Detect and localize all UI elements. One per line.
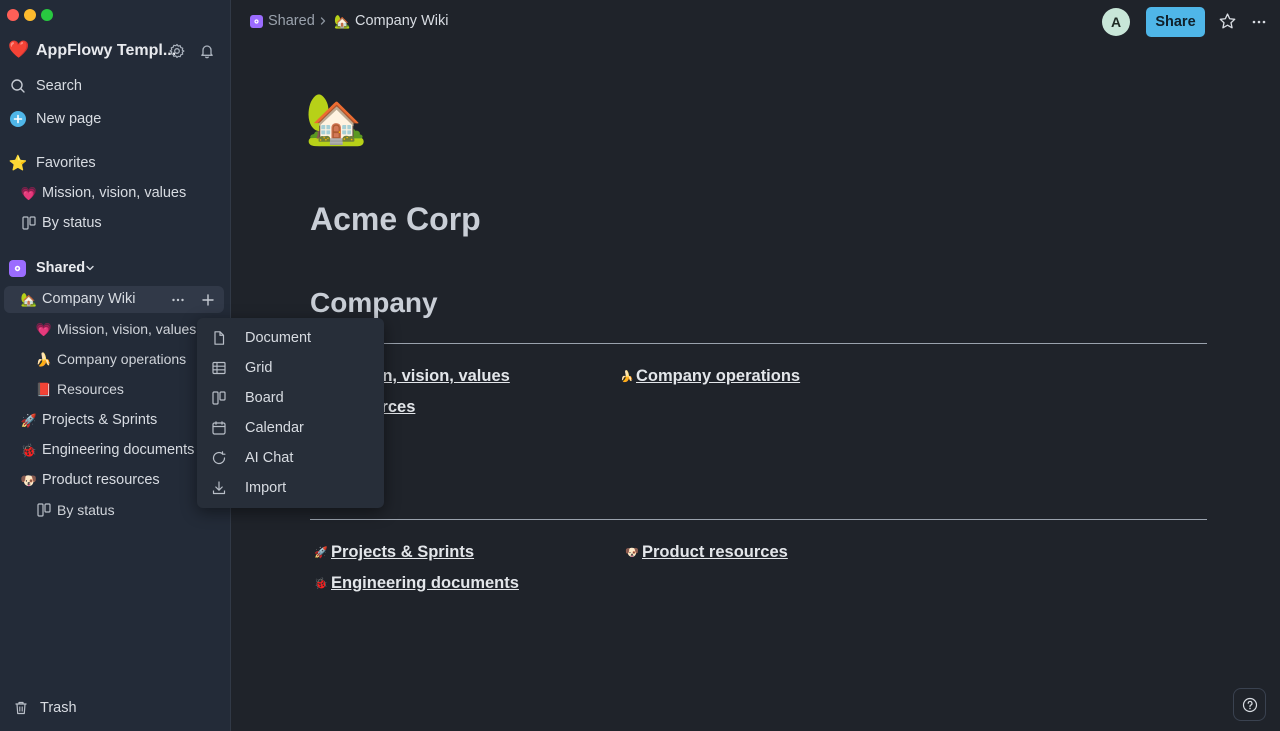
minimize-window-button[interactable] [24, 9, 36, 21]
more-options-icon[interactable] [170, 292, 186, 308]
shared-section-header[interactable]: Shared [0, 254, 231, 282]
board-icon [36, 502, 52, 518]
sidebar-item-label: Mission, vision, values [57, 321, 197, 337]
menu-item-grid[interactable]: Grid [205, 354, 376, 382]
grid-icon [211, 360, 227, 376]
menu-item-calendar[interactable]: Calendar [205, 414, 376, 442]
search-button[interactable]: Search [0, 72, 231, 100]
workspace-emoji: ❤️ [8, 40, 30, 59]
menu-item-label: Grid [245, 360, 273, 376]
heart-emoji-icon: 💗 [35, 322, 53, 337]
banana-emoji-icon: 🍌 [620, 371, 634, 383]
import-icon [211, 480, 227, 496]
shared-space-icon [250, 15, 263, 28]
settings-icon[interactable] [169, 43, 185, 59]
rocket-emoji-icon: 🚀 [314, 547, 328, 559]
menu-item-ai-chat[interactable]: AI Chat [205, 444, 376, 472]
menu-item-document[interactable]: Document [205, 324, 376, 352]
zoom-window-button[interactable] [41, 9, 53, 21]
chevron-down-icon [85, 263, 95, 273]
shared-space-icon [9, 260, 26, 277]
chevron-right-icon [318, 16, 328, 26]
favorite-star-icon[interactable] [1218, 12, 1237, 31]
menu-item-label: Import [245, 480, 287, 496]
sidebar-item-label: Resources [57, 381, 124, 397]
avatar[interactable]: A [1102, 8, 1130, 36]
menu-item-import[interactable]: Import [205, 474, 376, 502]
link-projects-sprints[interactable]: Projects & Sprints [331, 543, 474, 562]
house-emoji-icon: 🏡 [20, 292, 38, 307]
divider [310, 519, 1207, 520]
shared-label: Shared [36, 260, 86, 276]
share-button[interactable]: Share [1146, 7, 1205, 37]
heart-emoji-icon: 💗 [20, 186, 38, 201]
sidebar-item-label: By status [42, 215, 102, 231]
breadcrumb-company-wiki[interactable]: Company Wiki [355, 13, 448, 29]
menu-item-label: AI Chat [245, 450, 294, 466]
sidebar-item-label: Engineering documents [42, 442, 195, 458]
sidebar-item-favorite-mission[interactable]: 💗 Mission, vision, values [0, 179, 231, 207]
page-icon[interactable]: 🏡 [305, 90, 367, 149]
bell-icon[interactable] [199, 43, 215, 59]
sidebar-item-favorite-by-status[interactable]: By status [0, 209, 231, 237]
board-icon [211, 390, 227, 406]
help-button[interactable] [1233, 688, 1266, 721]
workspace-name: AppFlowy Templ... [36, 42, 177, 59]
link-company-operations[interactable]: Company operations [636, 367, 800, 386]
sidebar-item-label: Mission, vision, values [42, 185, 187, 201]
new-page-button[interactable]: New page [0, 105, 231, 133]
search-icon [10, 78, 26, 94]
new-page-label: New page [36, 111, 102, 127]
sidebar-item-company-wiki[interactable]: 🏡 Company Wiki [4, 286, 224, 313]
menu-item-label: Calendar [245, 420, 304, 436]
link-engineering-documents[interactable]: Engineering documents [331, 574, 519, 593]
trash-label: Trash [40, 700, 77, 716]
favorites-section-header[interactable]: ⭐ Favorites [0, 149, 231, 177]
divider [310, 343, 1207, 344]
trash-icon [13, 700, 29, 716]
bug-emoji-icon: 🐞 [20, 443, 38, 458]
add-page-menu: Document Grid Board Calendar AI Chat Imp… [197, 318, 384, 508]
dog-emoji-icon: 🐶 [20, 473, 38, 488]
sidebar-item-label: Company Wiki [42, 291, 136, 307]
question-icon [1242, 697, 1258, 713]
book-emoji-icon: 📕 [35, 382, 53, 397]
dog-emoji-icon: 🐶 [625, 547, 639, 559]
page-title[interactable]: Acme Corp [310, 201, 481, 238]
sidebar-item-label: Product resources [42, 472, 160, 488]
bug-emoji-icon: 🐞 [314, 578, 328, 590]
close-window-button[interactable] [7, 9, 19, 21]
favorites-label: Favorites [36, 155, 96, 171]
menu-item-label: Document [245, 330, 312, 346]
sidebar-item-label: Company operations [57, 351, 187, 367]
search-label: Search [36, 78, 82, 94]
calendar-icon [211, 420, 227, 436]
add-subpage-icon[interactable] [200, 292, 216, 308]
section-heading[interactable]: Company [310, 287, 438, 319]
star-icon: ⭐ [8, 155, 28, 172]
ai-chat-icon [211, 450, 227, 466]
banana-emoji-icon: 🍌 [35, 352, 53, 367]
document-icon [211, 330, 227, 346]
menu-item-board[interactable]: Board [205, 384, 376, 412]
board-icon [21, 215, 37, 231]
trash-button[interactable]: Trash [0, 694, 231, 722]
plus-circle-icon [10, 111, 26, 127]
sidebar-item-label: Projects & Sprints [42, 412, 158, 428]
workspace-switcher[interactable]: ❤️ AppFlowy Templ... [0, 38, 231, 66]
more-options-icon[interactable] [1251, 14, 1267, 30]
sidebar-item-label: By status [57, 502, 115, 518]
breadcrumb-shared[interactable]: Shared [268, 13, 315, 29]
rocket-emoji-icon: 🚀 [20, 413, 38, 428]
link-product-resources[interactable]: Product resources [642, 543, 788, 562]
menu-item-label: Board [245, 390, 284, 406]
house-emoji-icon: 🏡 [334, 14, 351, 29]
